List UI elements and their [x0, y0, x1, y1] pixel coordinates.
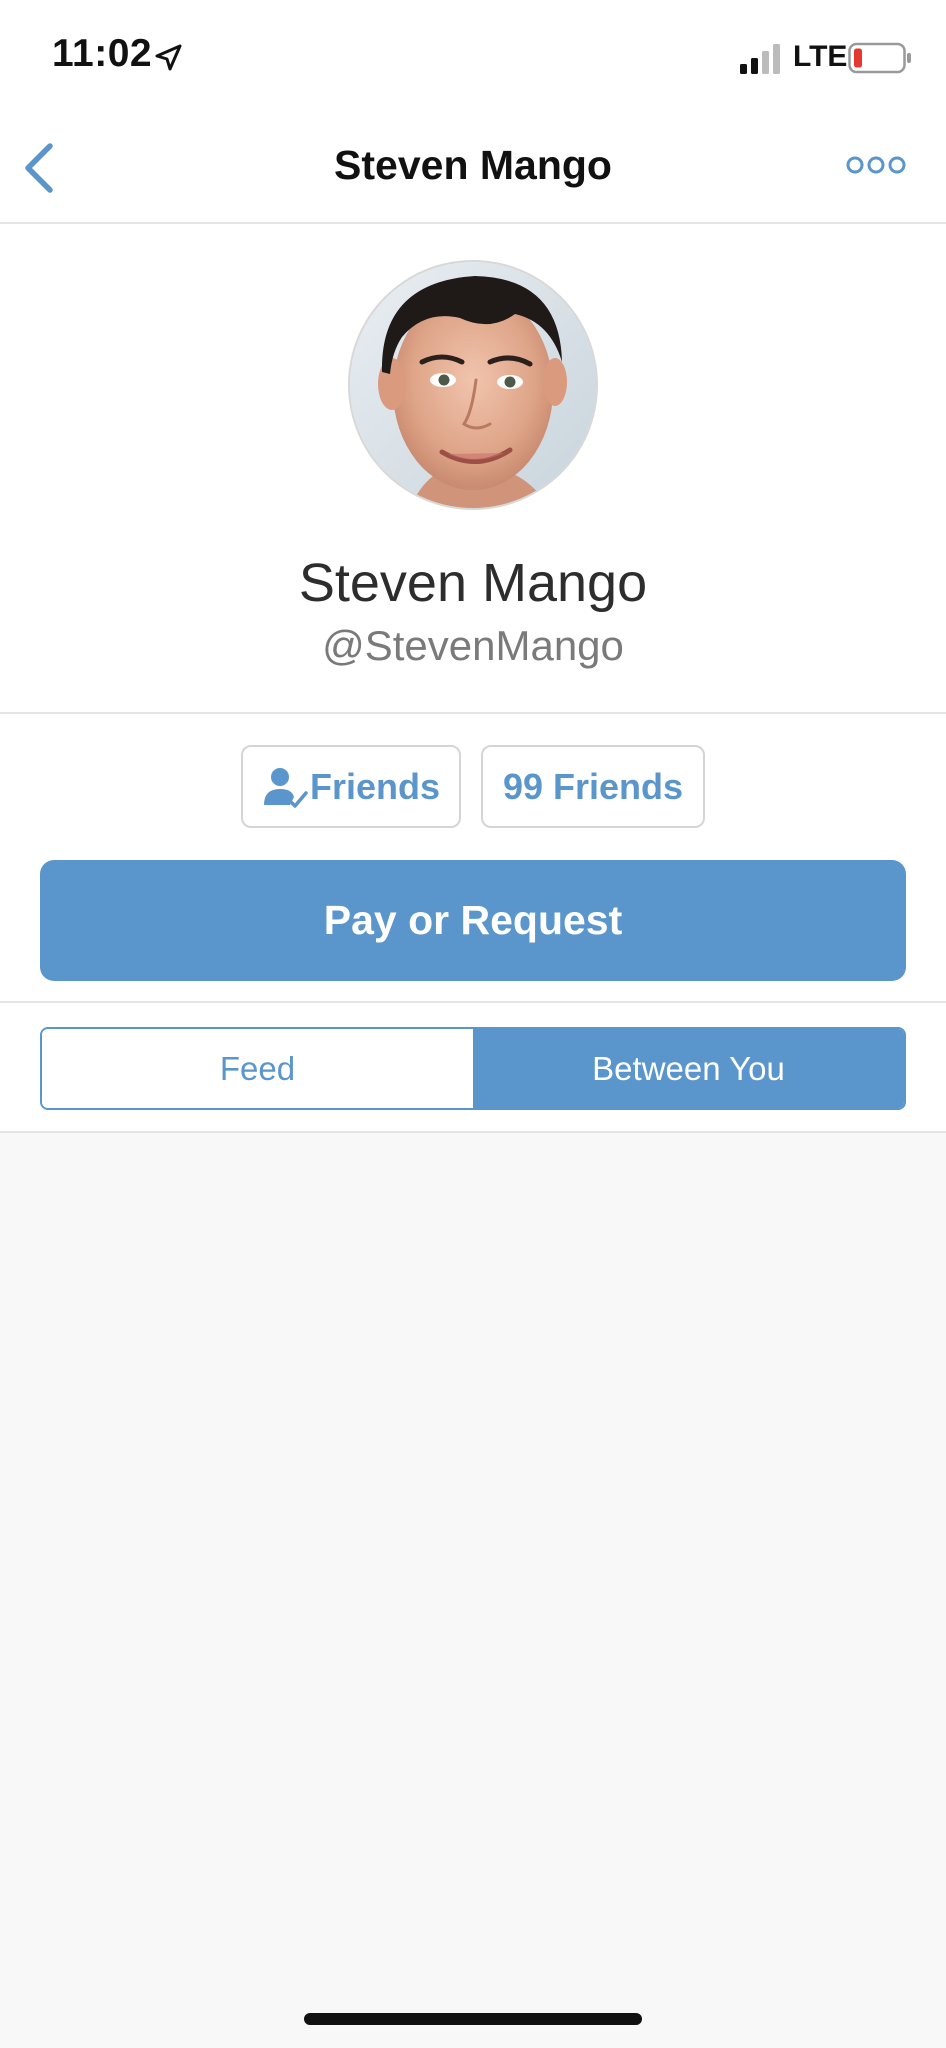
navigation-bar: Steven Mango — [0, 116, 946, 224]
tab-feed-label: Feed — [219, 1049, 296, 1087]
nav-title: Steven Mango — [334, 142, 612, 188]
status-time: 11:02 — [52, 32, 153, 75]
friend-count-button[interactable]: 99 Friends — [481, 745, 705, 828]
home-indicator — [304, 2013, 642, 2025]
tab-between-you-label: Between You — [592, 1049, 785, 1087]
friend-check-icon — [263, 767, 308, 808]
avatar — [350, 262, 596, 508]
pay-or-request-button[interactable]: Pay or Request — [40, 860, 906, 981]
tab-between-you[interactable]: Between You — [473, 1029, 904, 1108]
divider — [0, 1131, 946, 1133]
profile-photo — [350, 262, 596, 508]
feed-segmented-control: Feed Between You — [40, 1027, 906, 1110]
profile-name: Steven Mango — [298, 553, 648, 613]
more-dots-icon[interactable] — [846, 152, 906, 178]
divider — [0, 712, 946, 714]
pay-or-request-label: Pay or Request — [323, 897, 623, 943]
signal-bars-icon — [740, 44, 780, 74]
status-bar: 11:02 LTE — [0, 0, 946, 116]
profile-handle: @StevenMango — [322, 622, 624, 669]
friend-count-label: 99 Friends — [502, 765, 684, 807]
battery-low-icon — [848, 42, 911, 74]
friends-status-label: Friends — [309, 765, 441, 807]
profile-screen: 11:02 LTE Steven Mango Steven Mango @Ste… — [0, 0, 946, 2048]
divider — [0, 1001, 946, 1003]
tab-feed[interactable]: Feed — [42, 1029, 473, 1108]
friends-status-button[interactable]: Friends — [241, 745, 461, 828]
location-arrow-icon — [155, 44, 182, 71]
network-label: LTE — [793, 40, 848, 73]
